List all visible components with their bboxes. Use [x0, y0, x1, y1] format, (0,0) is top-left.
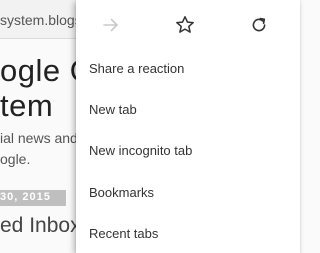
- article-title-line2: tem: [0, 88, 54, 123]
- article-text-line2: ogle.: [0, 151, 31, 167]
- star-icon: [176, 16, 194, 33]
- menu-item-new-tab[interactable]: New tab: [76, 89, 300, 129]
- menu-item-label: Bookmarks: [89, 184, 155, 200]
- menu-item-label: New tab: [89, 101, 137, 117]
- date-text: 30, 2015: [0, 191, 51, 203]
- reload-button[interactable]: [244, 10, 274, 40]
- forward-button[interactable]: [96, 10, 126, 40]
- menu-item-bookmarks[interactable]: Bookmarks: [76, 172, 300, 212]
- url-text[interactable]: system.blogs: [0, 12, 82, 28]
- bookmark-button[interactable]: [170, 10, 200, 40]
- menu-item-recent-tabs[interactable]: Recent tabs: [76, 213, 300, 253]
- menu-item-label: New incognito tab: [89, 142, 193, 158]
- reload-icon: [252, 17, 266, 32]
- menu-icon-row: [76, 0, 300, 50]
- menu-item-label: Recent tabs: [89, 225, 159, 241]
- forward-arrow-icon: [103, 18, 118, 32]
- article-text-line1: ial news and: [0, 130, 78, 146]
- menu-item-label: Share a reaction: [89, 60, 185, 76]
- overflow-menu: Share a reaction New tab New incognito t…: [76, 0, 300, 253]
- menu-item-share-reaction[interactable]: Share a reaction: [76, 48, 300, 88]
- post-heading[interactable]: ed Inbox: [0, 214, 81, 238]
- date-badge: 30, 2015: [0, 190, 66, 206]
- menu-item-new-incognito-tab[interactable]: New incognito tab: [76, 130, 300, 170]
